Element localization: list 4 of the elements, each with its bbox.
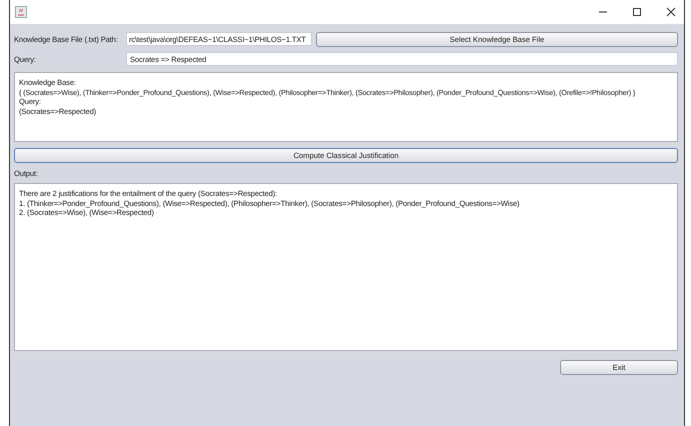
knowledge-base-text-area[interactable]	[14, 72, 678, 142]
maximize-icon[interactable]	[632, 7, 642, 17]
java-app-icon	[15, 6, 27, 18]
close-icon[interactable]	[666, 7, 676, 17]
